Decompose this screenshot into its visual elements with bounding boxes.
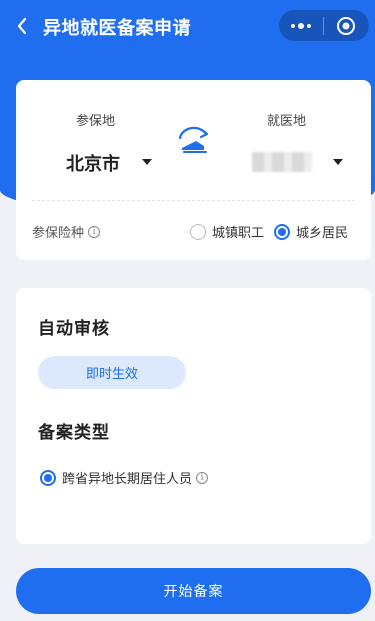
radio-checked-icon[interactable] xyxy=(40,469,56,486)
insurance-type-row: 参保险种 i xyxy=(32,222,101,241)
radio-label: 城镇职工 xyxy=(212,226,265,241)
filing-type-label: 跨省异地长期居住人员 xyxy=(62,472,193,487)
more-dots-icon[interactable] xyxy=(279,10,323,41)
insured-dropdown-caret-icon[interactable] xyxy=(142,159,152,165)
mini-program-capsule xyxy=(279,10,369,41)
radio-label: 城乡居民 xyxy=(296,226,349,241)
radio-option-urban-employee[interactable]: 城镇职工 xyxy=(190,222,264,241)
treatment-place-label: 就医地 xyxy=(267,114,307,129)
radio-unchecked-icon[interactable] xyxy=(190,223,206,240)
radio-checked-icon[interactable] xyxy=(274,223,290,240)
insurance-type-label: 参保险种 xyxy=(32,226,85,241)
filing-card: 自动审核 即时生效 备案类型 跨省异地长期居住人员 i xyxy=(16,288,371,544)
page-title: 异地就医备案申请 xyxy=(43,18,191,39)
start-filing-button[interactable]: 开始备案 xyxy=(16,568,371,614)
info-icon[interactable]: i xyxy=(88,225,101,238)
radio-option-urban-rural-resident[interactable]: 城乡居民 xyxy=(274,222,348,241)
filing-type-option[interactable]: 跨省异地长期居住人员 i xyxy=(40,468,209,487)
insured-place-value[interactable]: 北京市 xyxy=(66,150,120,176)
chevron-left-icon[interactable] xyxy=(12,15,32,37)
target-icon[interactable] xyxy=(324,10,368,41)
instant-effect-badge: 即时生效 xyxy=(38,356,186,389)
treatment-place-value[interactable] xyxy=(252,152,312,172)
card-divider xyxy=(32,200,355,201)
swap-icon[interactable] xyxy=(174,124,214,158)
insured-place-label: 参保地 xyxy=(76,114,116,129)
location-card: 参保地 北京市 就医地 参保险种 i 城镇职工 城乡居民 xyxy=(16,80,371,260)
auto-review-title: 自动审核 xyxy=(38,319,110,339)
filing-type-title: 备案类型 xyxy=(38,423,110,443)
nav-bar: 异地就医备案申请 xyxy=(0,0,375,52)
treatment-dropdown-caret-icon[interactable] xyxy=(333,159,343,165)
info-icon[interactable]: i xyxy=(196,471,209,484)
